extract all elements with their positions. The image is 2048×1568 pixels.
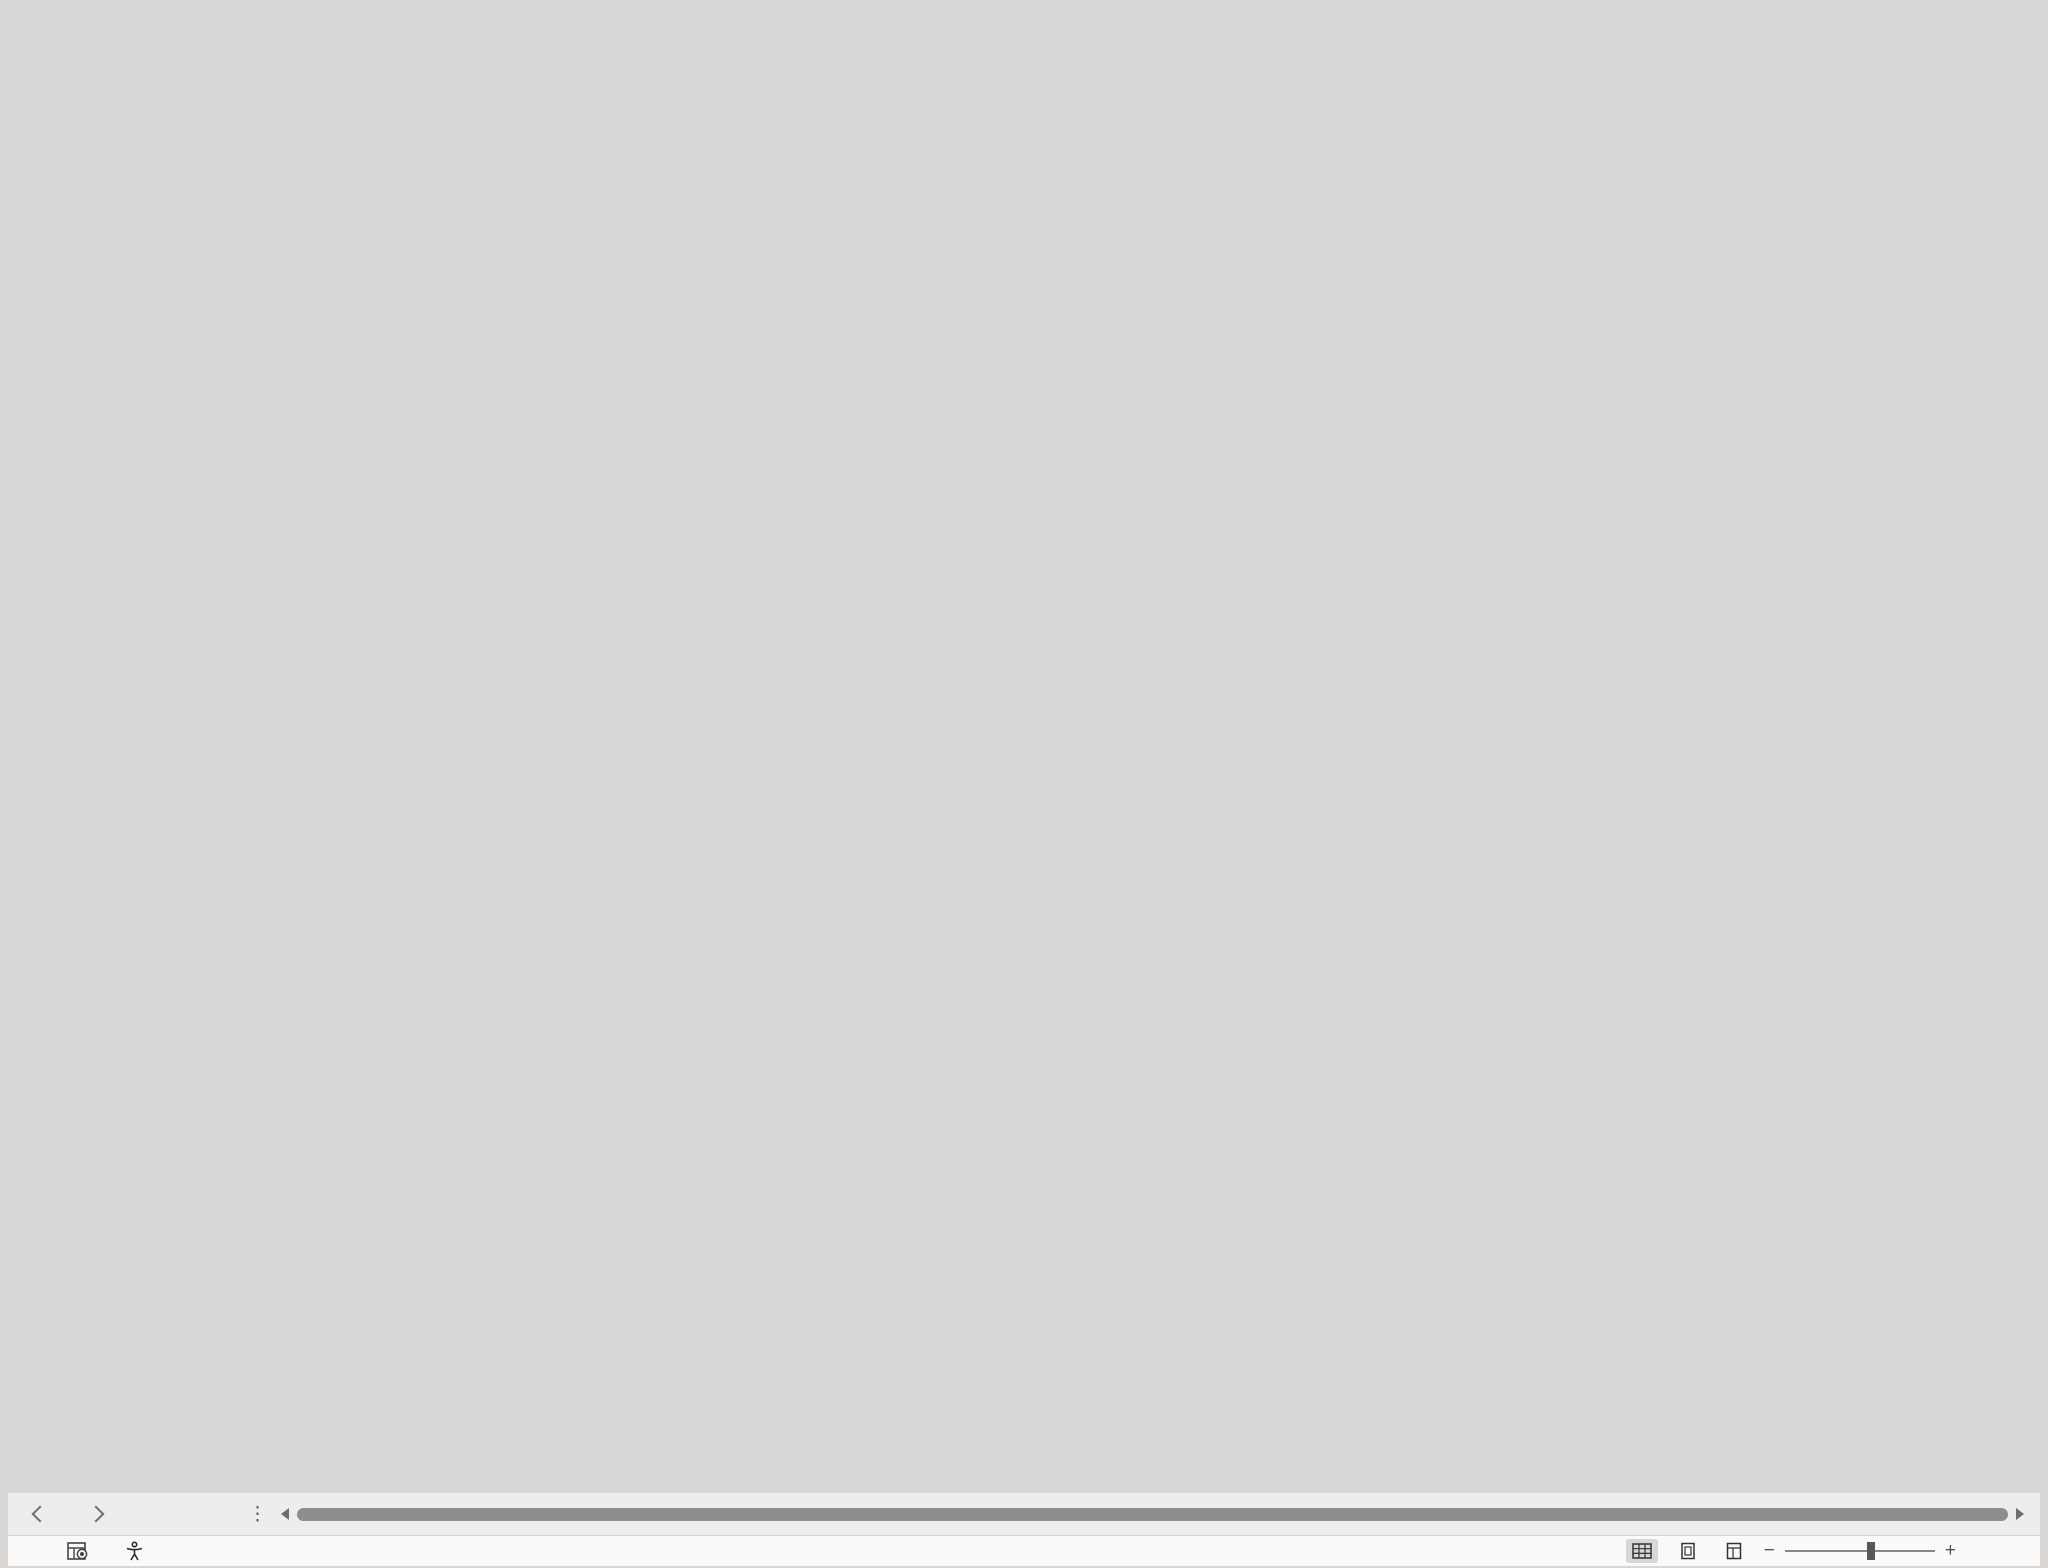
macro-record-icon[interactable] xyxy=(66,1541,90,1561)
zoom-in-icon[interactable]: + xyxy=(1945,1540,1956,1562)
sheet-tab-bar: ⋮ xyxy=(8,1492,2040,1535)
zoom-out-icon[interactable]: − xyxy=(1764,1540,1775,1562)
scroll-right-arrow-icon[interactable] xyxy=(2016,1508,2024,1520)
page-break-view-shortcut[interactable] xyxy=(1718,1539,1750,1563)
zoom-slider-track[interactable] xyxy=(1785,1550,1935,1552)
scroll-left-arrow-icon[interactable] xyxy=(281,1508,289,1520)
normal-view-shortcut[interactable] xyxy=(1626,1539,1658,1563)
sheet-nav-arrows xyxy=(34,1508,102,1520)
status-bar-right: − + xyxy=(1626,1539,2022,1563)
accessibility-icon xyxy=(124,1541,145,1562)
page-layout-view-shortcut[interactable] xyxy=(1672,1539,1704,1563)
accessibility-status[interactable] xyxy=(124,1541,153,1562)
horizontal-scrollbar-thumb[interactable] xyxy=(297,1508,2008,1521)
zoom-slider[interactable]: − + xyxy=(1764,1540,1956,1562)
normal-view-shortcut-icon xyxy=(1631,1542,1653,1560)
page-break-view-shortcut-icon xyxy=(1725,1542,1743,1560)
workbook-footer: ⋮ xyxy=(8,1492,2040,1566)
zoom-slider-thumb[interactable] xyxy=(1867,1542,1875,1560)
previous-sheet-arrow-icon[interactable] xyxy=(32,1506,49,1523)
next-sheet-arrow-icon[interactable] xyxy=(88,1506,105,1523)
sheet-tab-menu-icon[interactable]: ⋮ xyxy=(248,1503,267,1526)
page-layout-view-shortcut-icon xyxy=(1679,1542,1697,1560)
horizontal-scrollbar[interactable] xyxy=(281,1508,2024,1521)
status-bar: − + xyxy=(8,1535,2040,1566)
